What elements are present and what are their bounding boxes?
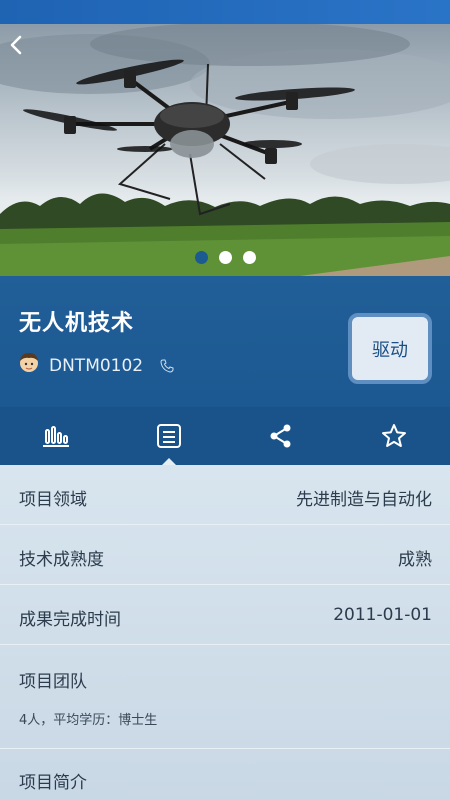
carousel-indicator (0, 251, 450, 264)
carousel-dot-active[interactable] (194, 251, 208, 264)
tag-button[interactable]: 驱动 (348, 313, 432, 384)
icon-tab-bar (0, 407, 450, 465)
back-button[interactable] (8, 34, 40, 66)
team-text: 4人，平均学历：博士生 (19, 713, 158, 728)
intro-label: 项目简介 (19, 773, 87, 793)
detail-row-completion: 成果完成时间 2011-01-01 (0, 585, 450, 645)
document-list-icon (156, 424, 181, 448)
tab-details[interactable] (113, 407, 226, 465)
selected-tab-indicator (161, 458, 176, 465)
completion-label: 成果完成时间 (19, 610, 121, 630)
completion-value: 2011-01-01 (333, 605, 432, 625)
maturity-label: 技术成熟度 (19, 550, 104, 570)
chevron-left-icon (10, 35, 22, 55)
divider (0, 748, 450, 749)
team-label: 项目团队 (19, 672, 87, 692)
bar-chart-icon (43, 426, 70, 447)
share-icon (270, 424, 291, 448)
project-title: 无人机技术 (19, 311, 135, 336)
drone-photo (0, 24, 450, 276)
field-value: 先进制造与自动化 (296, 490, 432, 510)
tab-statistics[interactable] (0, 407, 113, 465)
owner-name[interactable]: DNTM0102 (49, 356, 143, 376)
phone-icon[interactable] (160, 359, 174, 373)
hero-image-carousel[interactable] (0, 24, 450, 276)
carousel-dot[interactable] (242, 251, 256, 264)
maturity-value: 成熟 (398, 550, 432, 570)
carousel-dot[interactable] (218, 251, 232, 264)
detail-row-maturity: 技术成熟度 成熟 (0, 525, 450, 585)
tab-share[interactable] (225, 407, 338, 465)
status-bar (0, 0, 450, 24)
star-icon (381, 424, 406, 447)
avatar (20, 353, 38, 372)
tab-favorite[interactable] (338, 407, 450, 465)
project-details: 项目领域 先进制造与自动化 技术成熟度 成熟 成果完成时间 2011-01-01… (0, 465, 450, 800)
field-label: 项目领域 (19, 490, 87, 510)
detail-row-field: 项目领域 先进制造与自动化 (0, 465, 450, 525)
